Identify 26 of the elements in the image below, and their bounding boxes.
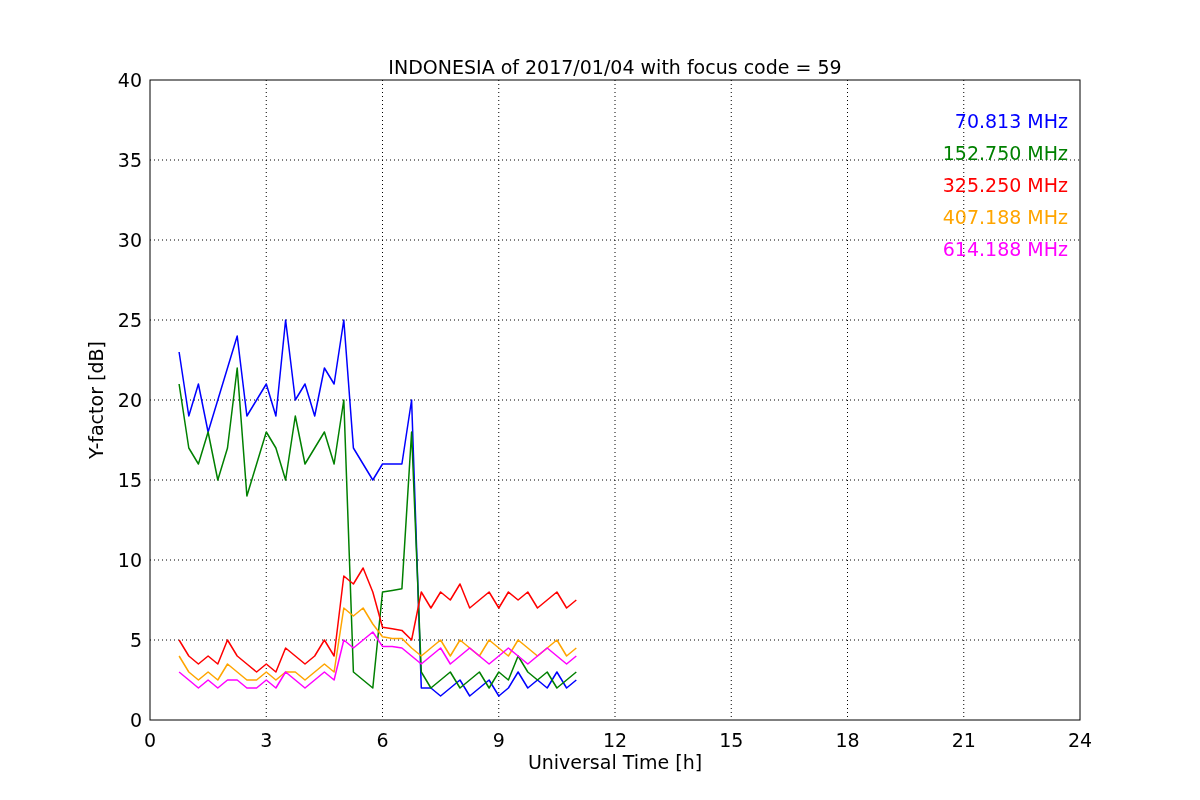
- legend-label: 325.250 MHz: [942, 174, 1068, 196]
- y-axis-label: Y-factor [dB]: [85, 341, 107, 459]
- tick-label: 15: [117, 469, 142, 491]
- tick-label: 24: [1067, 729, 1093, 751]
- legend-label: 614.188 MHz: [942, 238, 1068, 260]
- x-axis-label: Universal Time [h]: [527, 751, 703, 773]
- tick-label: 15: [719, 729, 744, 751]
- tick-label: 5: [129, 629, 142, 651]
- tick-label: 25: [117, 309, 142, 331]
- tick-label: 35: [117, 149, 142, 171]
- tick-label: 3: [260, 729, 273, 751]
- tick-label: 12: [602, 729, 628, 751]
- tick-label: 0: [143, 729, 157, 751]
- tick-label: 30: [117, 229, 142, 251]
- tick-label: 6: [376, 729, 389, 751]
- legend-label: 152.750 MHz: [942, 142, 1068, 164]
- legend-label: 407.188 MHz: [942, 206, 1068, 228]
- tick-label: 18: [835, 729, 860, 751]
- tick-label: 10: [117, 549, 142, 571]
- tick-label: 0: [129, 709, 142, 731]
- tick-label: 21: [951, 729, 976, 751]
- tick-label: 20: [117, 389, 142, 411]
- tick-label: 9: [492, 729, 505, 751]
- legend-label: 70.813 MHz: [954, 110, 1068, 132]
- chart-title: INDONESIA of 2017/01/04 with focus code = 59: [388, 56, 842, 78]
- tick-label: 40: [117, 69, 142, 91]
